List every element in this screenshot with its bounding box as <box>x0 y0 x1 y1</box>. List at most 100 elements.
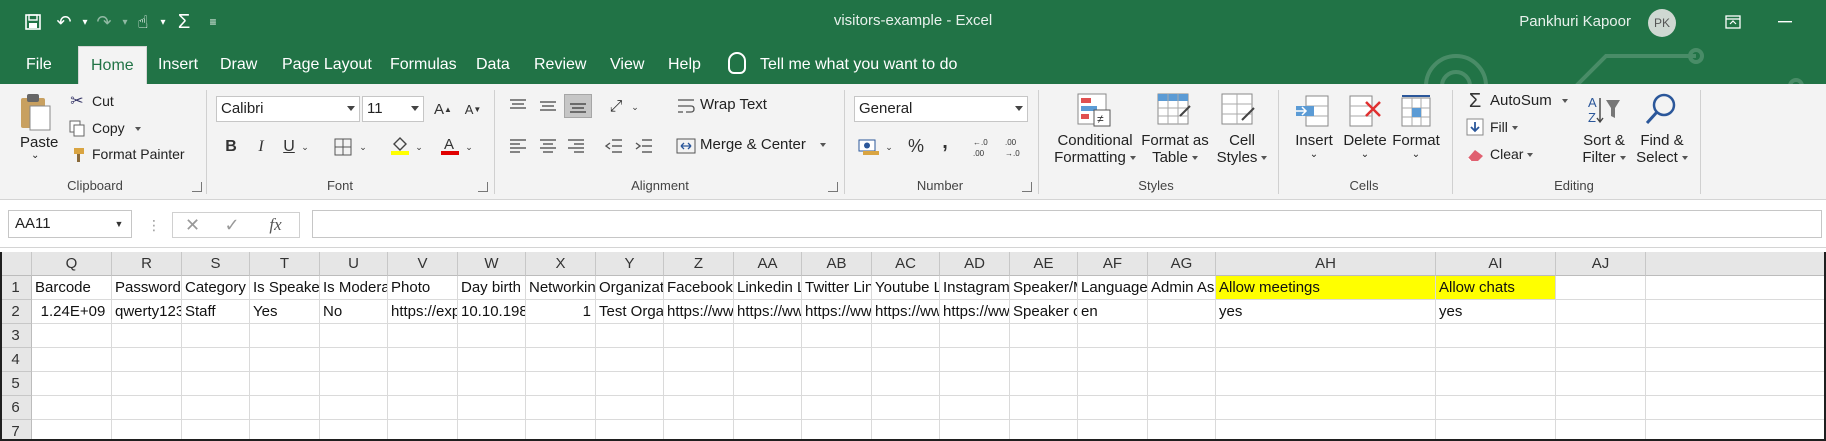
cell-w1[interactable]: Day birth <box>458 276 526 300</box>
cell-aa1[interactable]: Linkedin Li <box>734 276 802 300</box>
cell-ad4[interactable] <box>940 348 1010 372</box>
tab-draw[interactable]: Draw <box>208 46 269 84</box>
column-header-ae[interactable]: AE <box>1010 252 1078 276</box>
cell-q4[interactable] <box>32 348 112 372</box>
cell-ah7[interactable] <box>1216 420 1436 441</box>
delete-button[interactable]: Delete ⌄ <box>1342 132 1388 160</box>
cell-ag3[interactable] <box>1148 324 1216 348</box>
row-header-3[interactable]: 3 <box>0 324 32 348</box>
cell-af5[interactable] <box>1078 372 1148 396</box>
column-header-x[interactable]: X <box>526 252 596 276</box>
cell-ae5[interactable] <box>1010 372 1078 396</box>
cell-ag4[interactable] <box>1148 348 1216 372</box>
cell-aj2[interactable] <box>1556 300 1646 324</box>
column-header-u[interactable]: U <box>320 252 388 276</box>
cell-aj6[interactable] <box>1556 396 1646 420</box>
cell-ag1[interactable]: Admin Assi <box>1148 276 1216 300</box>
cell-t4[interactable] <box>250 348 320 372</box>
borders-icon[interactable] <box>334 138 352 159</box>
cell-ae2[interactable]: Speaker or <box>1010 300 1078 324</box>
cell-v5[interactable] <box>388 372 458 396</box>
row-header-1[interactable]: 1 <box>0 276 32 300</box>
fill-button[interactable]: Fill <box>1490 119 1518 135</box>
cell-aj1[interactable] <box>1556 276 1646 300</box>
cell-ah6[interactable] <box>1216 396 1436 420</box>
column-header-r[interactable]: R <box>112 252 182 276</box>
cell-ah4[interactable] <box>1216 348 1436 372</box>
cell-ab7[interactable] <box>802 420 872 441</box>
cell-ae3[interactable] <box>1010 324 1078 348</box>
cell-q1[interactable]: Barcode <box>32 276 112 300</box>
fill-color-icon[interactable] <box>390 134 410 159</box>
cell-ab2[interactable]: https://ww <box>802 300 872 324</box>
align-bottom-icon[interactable] <box>564 94 592 118</box>
tab-view[interactable]: View <box>598 46 656 84</box>
cell-s1[interactable]: Category <box>182 276 250 300</box>
cell-ag6[interactable] <box>1148 396 1216 420</box>
merge-center-button[interactable]: Merge & Center <box>700 136 826 153</box>
cell-ad2[interactable]: https://ww <box>940 300 1010 324</box>
cell-styles-button[interactable]: Cell Styles <box>1214 132 1270 166</box>
decrease-indent-icon[interactable] <box>604 138 624 157</box>
cell-t2[interactable]: Yes <box>250 300 320 324</box>
row-header-7[interactable]: 7 <box>0 420 32 441</box>
insert-function-icon[interactable]: fx <box>252 212 300 238</box>
decrease-font-icon[interactable]: A ▼ <box>462 98 484 120</box>
copy-button[interactable]: Copy <box>92 120 141 136</box>
cell-aa5[interactable] <box>734 372 802 396</box>
cell-t3[interactable] <box>250 324 320 348</box>
column-header-ag[interactable]: AG <box>1148 252 1216 276</box>
cell-x1[interactable]: Networkin <box>526 276 596 300</box>
cell-ae6[interactable] <box>1010 396 1078 420</box>
cell-w4[interactable] <box>458 348 526 372</box>
find-select-button[interactable]: Find & Select <box>1636 132 1688 166</box>
increase-decimal-icon[interactable]: ←.0.00 <box>972 136 996 161</box>
row-header-2[interactable]: 2 <box>0 300 32 324</box>
borders-dropdown-icon[interactable]: ⌄ <box>358 136 368 158</box>
comma-button[interactable]: , <box>938 130 952 154</box>
cell-ac5[interactable] <box>872 372 940 396</box>
tab-help[interactable]: Help <box>656 46 713 84</box>
insert-button[interactable]: Insert ⌄ <box>1294 132 1334 160</box>
underline-button[interactable]: U <box>280 136 298 158</box>
avatar[interactable]: PK <box>1648 9 1676 37</box>
cell-t5[interactable] <box>250 372 320 396</box>
ribbon-display-icon[interactable] <box>1720 10 1746 34</box>
tab-insert[interactable]: Insert <box>146 46 210 84</box>
name-box-dropdown-icon[interactable]: ▼ <box>114 218 124 230</box>
cell-s2[interactable]: Staff <box>182 300 250 324</box>
cell-r4[interactable] <box>112 348 182 372</box>
cell-z7[interactable] <box>664 420 734 441</box>
cell-aj7[interactable] <box>1556 420 1646 441</box>
column-header-y[interactable]: Y <box>596 252 664 276</box>
paste-icon[interactable] <box>18 92 52 135</box>
cell-ae7[interactable] <box>1010 420 1078 441</box>
cell-r1[interactable]: Password <box>112 276 182 300</box>
cell-ai4[interactable] <box>1436 348 1556 372</box>
cell-ac4[interactable] <box>872 348 940 372</box>
orientation-dropdown-icon[interactable]: ⌄ <box>630 96 640 118</box>
cell-v3[interactable] <box>388 324 458 348</box>
column-header-aj[interactable]: AJ <box>1556 252 1646 276</box>
paste-dropdown-icon[interactable]: ⌄ <box>31 150 39 161</box>
cell-ad3[interactable] <box>940 324 1010 348</box>
cell-u1[interactable]: Is Moderat <box>320 276 388 300</box>
conditional-formatting-button[interactable]: Conditional Formatting <box>1054 132 1136 166</box>
number-launcher-icon[interactable] <box>1022 182 1032 192</box>
cell-ad1[interactable]: Instagram <box>940 276 1010 300</box>
column-header-aa[interactable]: AA <box>734 252 802 276</box>
cell-v2[interactable]: https://exp <box>388 300 458 324</box>
cell-r5[interactable] <box>112 372 182 396</box>
confirm-entry-icon[interactable]: ✓ <box>212 212 252 238</box>
cell-ag5[interactable] <box>1148 372 1216 396</box>
tab-data[interactable]: Data <box>464 46 522 84</box>
orientation-icon[interactable]: ⤢ <box>604 96 628 118</box>
column-header-v[interactable]: V <box>388 252 458 276</box>
cell-v7[interactable] <box>388 420 458 441</box>
cell-s6[interactable] <box>182 396 250 420</box>
cell-ai2[interactable]: yes <box>1436 300 1556 324</box>
cell-af6[interactable] <box>1078 396 1148 420</box>
tab-review[interactable]: Review <box>522 46 598 84</box>
cell-ad5[interactable] <box>940 372 1010 396</box>
cell-aj5[interactable] <box>1556 372 1646 396</box>
